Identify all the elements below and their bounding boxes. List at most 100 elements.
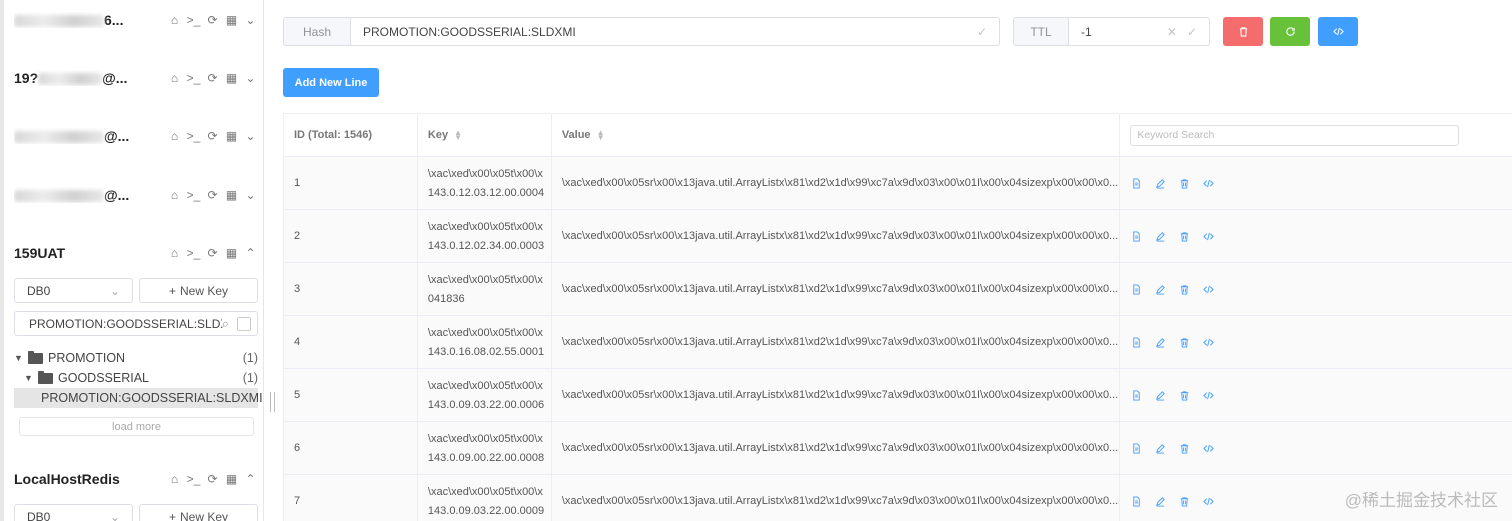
exact-match-checkbox[interactable] <box>237 316 251 331</box>
refresh-icon[interactable]: ⟳ <box>205 246 220 261</box>
code-icon[interactable] <box>1202 230 1214 242</box>
delete-icon[interactable] <box>1178 495 1190 507</box>
db-select[interactable]: DB0 ⌄ <box>14 278 133 303</box>
home-icon[interactable]: ⌂ <box>167 188 182 203</box>
row-actions <box>1120 157 1512 209</box>
sidebar-resize-handle[interactable] <box>270 392 275 412</box>
connection-name[interactable]: @... <box>14 187 129 203</box>
connection-2[interactable]: 19? @... ⌂ >_ ⟳ ▦ ⌄ <box>14 67 258 89</box>
chevron-up-icon[interactable]: ⌃ <box>243 472 258 487</box>
view-icon[interactable] <box>1130 230 1142 242</box>
delete-icon[interactable] <box>1178 336 1190 348</box>
sort-icon[interactable]: ▲ ▼ <box>597 129 605 142</box>
chevron-up-icon[interactable]: ⌃ <box>243 246 258 261</box>
edit-icon[interactable] <box>1154 283 1166 295</box>
refresh-icon[interactable]: ⟳ <box>205 13 220 28</box>
code-icon[interactable] <box>1202 442 1214 454</box>
key-column-header[interactable]: Key ▲ ▼ <box>418 114 552 156</box>
sidebar-edge <box>0 0 4 521</box>
connection-4[interactable]: @... ⌂ >_ ⟳ ▦ ⌄ <box>14 184 258 206</box>
new-key-button[interactable]: + New Key <box>139 278 258 303</box>
view-icon[interactable] <box>1130 336 1142 348</box>
clear-icon[interactable]: ✕ <box>1167 25 1177 39</box>
delete-icon[interactable] <box>1178 389 1190 401</box>
delete-icon[interactable] <box>1178 442 1190 454</box>
connection-name[interactable]: 159UAT <box>14 245 65 261</box>
home-icon[interactable]: ⌂ <box>167 71 182 86</box>
value-column-header[interactable]: Value ▲ ▼ <box>552 114 1121 156</box>
connection-159uat[interactable]: 159UAT ⌂ >_ ⟳ ▦ ⌃ <box>14 242 258 264</box>
chevron-down-icon[interactable]: ▼ <box>24 373 34 383</box>
refresh-icon[interactable]: ⟳ <box>205 188 220 203</box>
refresh-icon[interactable]: ⟳ <box>205 129 220 144</box>
view-icon[interactable] <box>1130 389 1142 401</box>
tree-key-item[interactable]: PROMOTION:GOODSSERIAL:SLDXMI <box>14 388 263 408</box>
grid-icon[interactable]: ▦ <box>224 129 239 144</box>
refresh-icon[interactable]: ⟳ <box>205 472 220 487</box>
new-key-button[interactable]: + New Key <box>139 504 258 521</box>
code-icon[interactable] <box>1202 495 1214 507</box>
view-icon[interactable] <box>1130 177 1142 189</box>
tree-folder[interactable]: ▼ PROMOTION (1) <box>14 348 258 368</box>
load-more-button[interactable]: load more <box>19 417 254 436</box>
refresh-key-button[interactable] <box>1270 17 1310 46</box>
home-icon[interactable]: ⌂ <box>167 129 182 144</box>
connection-3[interactable]: @... ⌂ >_ ⟳ ▦ ⌄ <box>14 125 258 147</box>
connection-1[interactable]: 6... ⌂ >_ ⟳ ▦ ⌄ <box>14 9 258 31</box>
ttl-input[interactable]: -1 ✕ ✓ <box>1069 17 1210 46</box>
code-icon[interactable] <box>1202 336 1214 348</box>
edit-icon[interactable] <box>1154 177 1166 189</box>
code-icon[interactable] <box>1202 389 1214 401</box>
chevron-down-icon[interactable]: ▼ <box>14 353 24 363</box>
terminal-icon[interactable]: >_ <box>186 246 201 261</box>
edit-icon[interactable] <box>1154 495 1166 507</box>
chevron-down-icon[interactable]: ⌄ <box>243 71 258 86</box>
key-search-input[interactable]: PROMOTION:GOODSSERIAL:SLDXMI ⌕ <box>14 311 258 336</box>
view-icon[interactable] <box>1130 495 1142 507</box>
view-icon[interactable] <box>1130 442 1142 454</box>
home-icon[interactable]: ⌂ <box>167 246 182 261</box>
view-icon[interactable] <box>1130 283 1142 295</box>
keyword-search-input[interactable]: Keyword Search <box>1130 124 1460 146</box>
grid-icon[interactable]: ▦ <box>224 472 239 487</box>
grid-icon[interactable]: ▦ <box>224 13 239 28</box>
grid-icon[interactable]: ▦ <box>224 246 239 261</box>
check-icon[interactable]: ✓ <box>1187 25 1197 39</box>
connection-name[interactable]: @... <box>14 128 129 144</box>
grid-icon[interactable]: ▦ <box>224 71 239 86</box>
terminal-icon[interactable]: >_ <box>186 129 201 144</box>
code-icon[interactable] <box>1202 177 1214 189</box>
check-icon[interactable]: ✓ <box>977 25 987 39</box>
grid-icon[interactable]: ▦ <box>224 188 239 203</box>
delete-icon[interactable] <box>1178 177 1190 189</box>
db-select[interactable]: DB0 ⌄ <box>14 504 133 521</box>
home-icon[interactable]: ⌂ <box>167 13 182 28</box>
terminal-icon[interactable]: >_ <box>186 472 201 487</box>
chevron-down-icon[interactable]: ⌄ <box>243 188 258 203</box>
tree-folder[interactable]: ▼ GOODSSERIAL (1) <box>14 368 258 388</box>
chevron-down-icon[interactable]: ⌄ <box>243 129 258 144</box>
edit-icon[interactable] <box>1154 336 1166 348</box>
connection-name[interactable]: 19? @... <box>14 70 127 86</box>
refresh-icon[interactable]: ⟳ <box>205 71 220 86</box>
sort-icon[interactable]: ▲ ▼ <box>454 129 462 142</box>
delete-icon[interactable] <box>1178 283 1190 295</box>
connection-localhostredis[interactable]: LocalHostRedis ⌂ >_ ⟳ ▦ ⌃ <box>14 468 258 490</box>
delete-icon[interactable] <box>1178 230 1190 242</box>
code-icon[interactable] <box>1202 283 1214 295</box>
edit-icon[interactable] <box>1154 389 1166 401</box>
connection-name[interactable]: LocalHostRedis <box>14 471 120 487</box>
delete-key-button[interactable] <box>1223 17 1263 46</box>
home-icon[interactable]: ⌂ <box>167 472 182 487</box>
terminal-icon[interactable]: >_ <box>186 71 201 86</box>
dump-command-button[interactable] <box>1318 17 1358 46</box>
add-new-line-button[interactable]: Add New Line <box>283 68 379 97</box>
connection-name[interactable]: 6... <box>14 12 123 28</box>
edit-icon[interactable] <box>1154 230 1166 242</box>
search-icon[interactable]: ⌕ <box>222 316 229 332</box>
terminal-icon[interactable]: >_ <box>186 13 201 28</box>
terminal-icon[interactable]: >_ <box>186 188 201 203</box>
chevron-down-icon[interactable]: ⌄ <box>243 13 258 28</box>
edit-icon[interactable] <box>1154 442 1166 454</box>
key-name-input[interactable]: PROMOTION:GOODSSERIAL:SLDXMI ✓ <box>351 17 1000 46</box>
